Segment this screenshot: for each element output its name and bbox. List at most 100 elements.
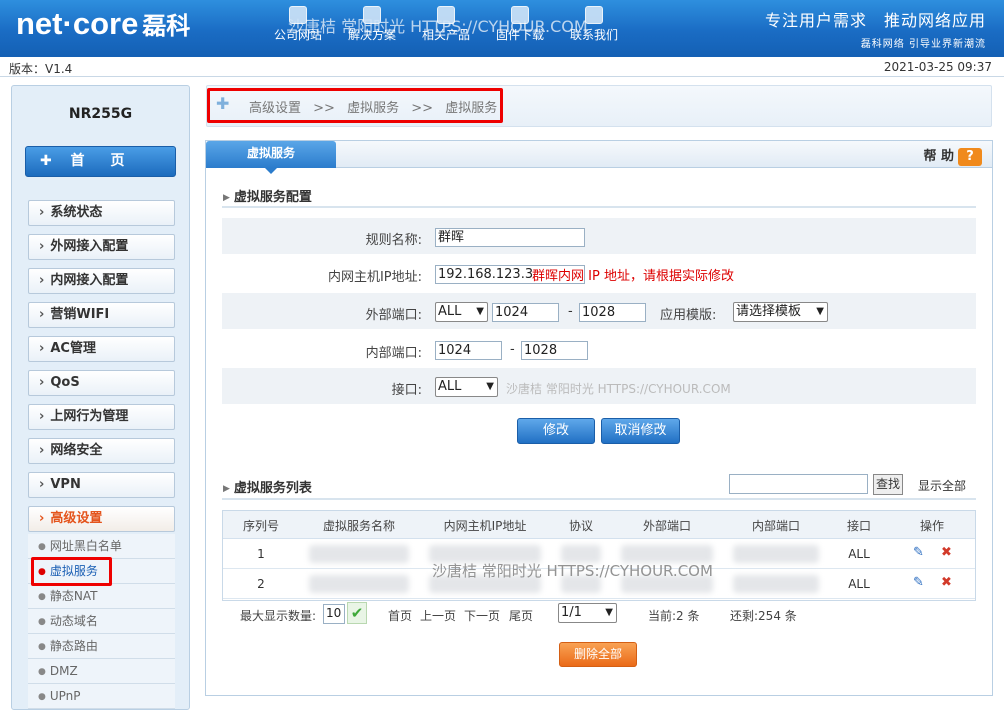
chevron-down-icon: ▼ — [476, 306, 484, 317]
model-name: NR255G — [68, 106, 133, 122]
submenu-dmz[interactable]: ● DMZ — [28, 659, 175, 684]
delete-icon[interactable]: ✖ — [941, 545, 952, 560]
delete-icon[interactable]: ✖ — [941, 575, 952, 590]
pagination-bar: 最大显示数量: 10 ✔ 首页 上一页 下一页 尾页 1/1 ▼ 当前:2 条 还… — [240, 602, 980, 630]
internal-port-label: 内部端口: — [365, 346, 422, 361]
nav-products[interactable]: 相关产品 — [411, 6, 481, 43]
external-port-end-input[interactable]: 1028 — [579, 303, 646, 322]
breadcrumb-item: 虚拟服务 — [445, 101, 498, 116]
first-page-link[interactable]: 首页 — [388, 607, 412, 624]
bullet-icon: ● — [38, 617, 46, 627]
section-divider — [222, 206, 976, 208]
external-port-start-input[interactable]: 1024 — [492, 303, 559, 322]
submenu-static-route[interactable]: ● 静态路由 — [28, 634, 175, 659]
external-protocol-select[interactable]: ALL ▼ — [435, 302, 488, 322]
slogan: 专注用户需求 推动网络应用 磊科网络 引导业界新潮流 — [764, 11, 986, 50]
download-icon — [511, 6, 529, 24]
product-icon — [437, 6, 455, 24]
virtual-service-table: 序列号 虚拟服务名称 内网主机IP地址 协议 外部端口 内部端口 接口 操作 1… — [222, 510, 976, 601]
template-select[interactable]: 请选择模板 ▼ — [733, 302, 828, 322]
delete-all-button[interactable]: 删除全部 — [559, 642, 637, 667]
form-row-interface: 接口: ALL ▼ 沙唐桔 常阳时光 HTTPS://CYHOUR.COM — [222, 368, 976, 405]
confirm-check-icon[interactable]: ✔ — [347, 602, 367, 624]
edit-icon[interactable]: ✎ — [913, 575, 924, 590]
submenu-upnp[interactable]: ● UPnP — [28, 684, 175, 709]
nav-solutions[interactable]: 解决方案 — [337, 6, 407, 43]
chevron-right-icon: › — [39, 205, 45, 220]
nav-contact-us[interactable]: 联系我们 — [559, 6, 629, 43]
chevron-right-icon: › — [39, 341, 45, 356]
tab-virtual-service[interactable]: 虚拟服务 — [206, 141, 336, 174]
template-label: 应用模版: — [660, 308, 717, 323]
triangle-right-icon: ▶ — [223, 193, 230, 203]
cancel-modify-button[interactable]: 取消修改 — [601, 418, 680, 444]
prev-page-link[interactable]: 上一页 — [420, 607, 456, 624]
menu-wan-config[interactable]: › 外网接入配置 — [28, 234, 175, 260]
main-panel: 虚拟服务 帮 助? ▶ 虚拟服务配置 规则名称: 群晖 内网主机IP地址: 192… — [205, 140, 993, 696]
submenu-static-nat[interactable]: ● 静态NAT — [28, 584, 175, 609]
external-port-label: 外部端口: — [365, 308, 422, 323]
host-ip-label: 内网主机IP地址: — [327, 270, 422, 285]
search-button[interactable]: 查找 — [873, 474, 903, 495]
sidebar: NR255G ✚ 首 页 › 系统状态 › 外网接入配置 › 内网接入配置 › 营销WIF… — [11, 85, 190, 710]
form-row-external-port: 外部端口: ALL ▼ 1024 - 1028 应用模版: 请选择模板 ▼ — [222, 293, 976, 330]
menu-advanced-settings[interactable]: › 高级设置 — [28, 506, 175, 532]
col-external-port: 外部端口 — [642, 519, 691, 533]
show-all-link[interactable]: 显示全部 — [918, 477, 966, 494]
row-interface: ALL — [848, 547, 870, 561]
menu-lan-config[interactable]: › 内网接入配置 — [28, 268, 175, 294]
chevron-right-icon: › — [39, 273, 45, 288]
menu-behavior-management[interactable]: › 上网行为管理 — [28, 404, 175, 430]
search-input[interactable] — [729, 474, 868, 494]
nav-firmware-download[interactable]: 固件下载 — [485, 6, 555, 43]
redacted-cell — [733, 545, 819, 563]
chevron-down-icon: ▼ — [486, 381, 494, 392]
page-select[interactable]: 1/1 ▼ — [558, 603, 617, 623]
home-icon — [289, 6, 307, 24]
col-host-ip: 内网主机IP地址 — [443, 519, 527, 533]
submenu-ddns[interactable]: ● 动态域名 — [28, 609, 175, 634]
section-divider — [222, 498, 976, 500]
rule-name-input[interactable]: 群晖 — [435, 228, 585, 247]
triangle-right-icon: ▶ — [223, 484, 230, 494]
breadcrumb-item[interactable]: 虚拟服务 — [347, 101, 399, 116]
last-page-link[interactable]: 尾页 — [509, 607, 533, 624]
port-range-dash: - — [510, 342, 515, 357]
max-display-input[interactable]: 10 — [323, 604, 345, 624]
breadcrumb-item[interactable]: 高级设置 — [249, 101, 301, 116]
internal-port-end-input[interactable]: 1028 — [521, 341, 588, 360]
interface-select[interactable]: ALL ▼ — [435, 377, 498, 397]
bullet-icon: ● — [38, 692, 46, 702]
menu-network-security[interactable]: › 网络安全 — [28, 438, 175, 464]
modify-button[interactable]: 修改 — [517, 418, 595, 444]
form-row-host-ip: 内网主机IP地址: 192.168.123.3 群晖内网 IP 地址，请根据实际… — [222, 255, 976, 292]
submenu-url-blacklist[interactable]: ● 网址黑白名单 — [28, 534, 175, 559]
submenu-virtual-service[interactable]: ● 虚拟服务 — [28, 559, 175, 584]
netcore-logo: net·core 磊科 — [16, 6, 191, 41]
host-ip-hint: 群晖内网 IP 地址，请根据实际修改 — [532, 269, 734, 284]
col-protocol: 协议 — [568, 519, 593, 533]
chevron-right-icon: › — [39, 409, 45, 424]
menu-qos[interactable]: › QoS — [28, 370, 175, 396]
internal-port-start-input[interactable]: 1024 — [435, 341, 502, 360]
rule-name-label: 规则名称: — [365, 233, 422, 248]
watermark-text: 沙唐桔 常阳时光 HTTPS://CYHOUR.COM — [506, 382, 731, 396]
breadcrumb-plus-icon: ✚ — [216, 94, 230, 113]
breadcrumb-separator: >> — [313, 101, 335, 116]
home-button[interactable]: ✚ 首 页 — [25, 146, 176, 177]
form-row-internal-port: 内部端口: 1024 - 1028 — [222, 331, 976, 368]
next-page-link[interactable]: 下一页 — [464, 607, 500, 624]
menu-ac-management[interactable]: › AC管理 — [28, 336, 175, 362]
menu-vpn[interactable]: › VPN — [28, 472, 175, 498]
form-row-rule-name: 规则名称: 群晖 — [222, 218, 976, 255]
chevron-right-icon: › — [39, 375, 45, 390]
edit-icon[interactable]: ✎ — [913, 545, 924, 560]
menu-marketing-wifi[interactable]: › 营销WIFI — [28, 302, 175, 328]
menu-system-status[interactable]: › 系统状态 — [28, 200, 175, 226]
help-button[interactable]: 帮 助? — [923, 145, 982, 166]
person-icon — [363, 6, 381, 24]
redacted-cell — [733, 575, 819, 593]
home-plus-icon: ✚ — [40, 153, 52, 169]
nav-company-site[interactable]: 公司网站 — [263, 6, 333, 43]
watermark-text: 沙唐桔 常阳时光 HTTPS://CYHOUR.COM — [432, 562, 713, 580]
